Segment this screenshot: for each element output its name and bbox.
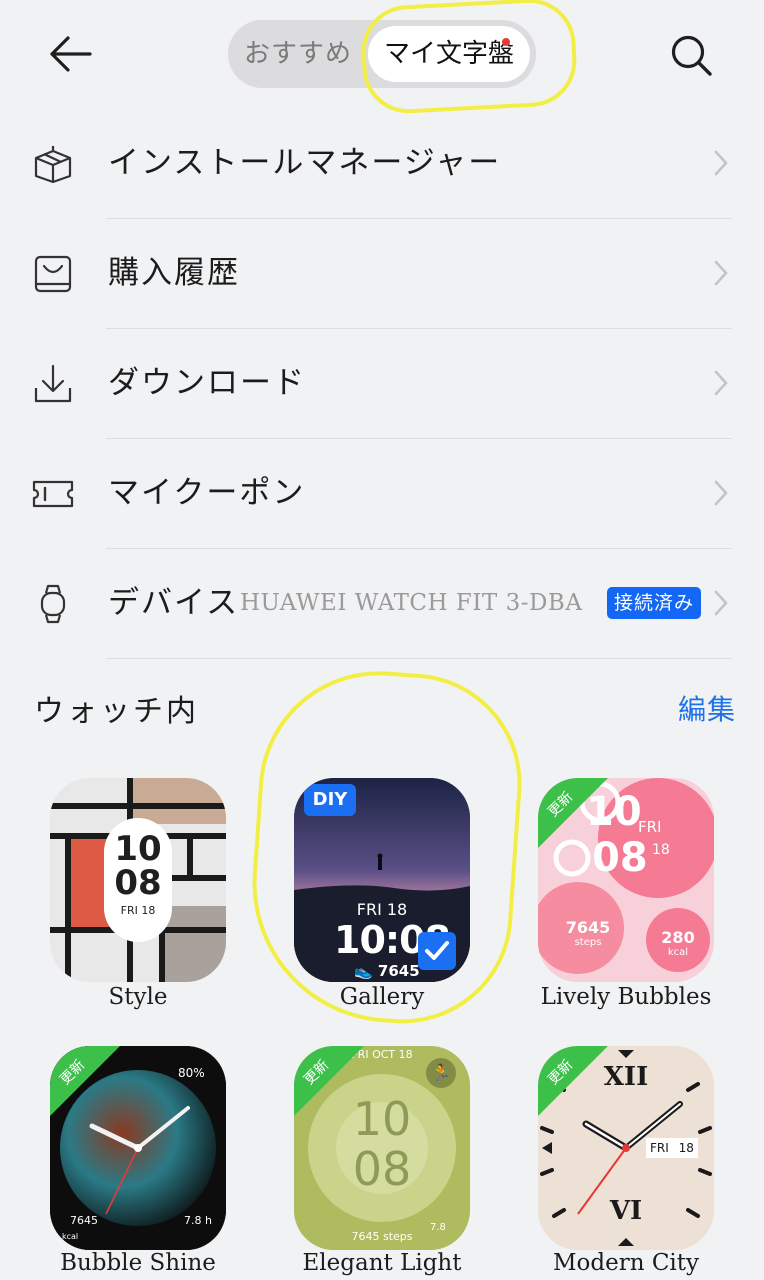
menu-item-label: デバイス [108,585,240,621]
metric-value: 7.8 [430,1222,446,1233]
watch-face-bubble-shine[interactable]: 80% 7645 7.8 h kcal 更新 [50,1046,226,1250]
time-hours: 10 [114,829,162,869]
arrow-left-icon [50,36,92,72]
purchase-history-icon [34,255,72,293]
day-number: 18 [652,842,670,858]
watch-face-modern-city[interactable]: XII VI FRI 18 更新 [538,1046,714,1250]
date-window: FRI 18 [646,1138,698,1158]
battery-label: 80% [178,1066,205,1080]
watch-face-style[interactable]: 10 08 FRI 18 [50,778,226,982]
chevron-right-icon [714,590,728,616]
kcal-unit: kcal [62,1232,79,1241]
back-button[interactable] [44,30,96,78]
tab-recommended[interactable]: おすすめ [244,20,352,88]
watch-icon [40,584,66,624]
day-number: 18 [678,1141,694,1155]
chevron-right-icon [714,150,728,176]
menu-item-my-coupons[interactable]: マイクーポン [0,438,764,548]
kcal-unit: kcal [667,947,689,958]
watch-face-name: Modern City [552,1250,700,1276]
time-minutes: 08 [352,1142,412,1196]
watch-face-name: Lively Bubbles [540,984,712,1010]
steps-value: 7645 [565,918,611,937]
edit-button[interactable]: 編集 [678,688,736,728]
watch-face-name: Bubble Shine [60,1250,216,1276]
highlight-annotation-tab [359,0,579,116]
device-model-name: HUAWEI WATCH FIT 3-DBA [240,590,583,616]
kcal-complication: 280 kcal [650,928,706,958]
watch-face-name: Elegant Light [302,1250,462,1276]
download-icon [34,364,72,403]
menu-item-purchase-history[interactable]: 購入履歴 [0,218,764,328]
day-label: FRI [638,818,662,836]
steps-value: 7645 [70,1214,98,1227]
box-icon [34,146,72,184]
watch-face-lively-bubbles[interactable]: 10 08 FRI 18 7645 steps 280 kcal 更新 [538,778,714,982]
section-title: ウォッチ内 [34,694,199,729]
chevron-right-icon [714,480,728,506]
time-capsule: 10 08 FRI 18 [104,818,172,942]
sleep-value: 7.8 h [184,1214,212,1227]
watch-face-name: Style [108,984,168,1010]
date-label: FRI 18 [120,904,156,917]
running-icon: 🏃 [426,1058,456,1088]
kcal-value: 280 [661,928,695,947]
connection-status-badge: 接続済み [607,587,701,619]
coupon-icon [32,480,74,508]
watch-face-elegant-light[interactable]: FRI OCT 18 10 08 7645 steps 7.8 🏃 更新 [294,1046,470,1250]
steps-unit: steps [574,937,602,948]
search-icon [671,35,712,76]
highlight-annotation-gallery [243,663,529,1031]
steps-complication: 7645 steps [560,918,616,948]
chevron-right-icon [714,260,728,286]
menu-item-install-manager[interactable]: インストールマネージャー [0,108,764,218]
menu-item-label: 購入履歴 [108,255,240,291]
menu-item-download[interactable]: ダウンロード [0,328,764,438]
numeral-six: VI [609,1196,643,1226]
search-button[interactable] [666,30,718,82]
day-label: FRI [650,1141,669,1155]
menu-item-label: ダウンロード [108,365,306,401]
menu-item-label: インストールマネージャー [108,145,502,181]
menu-item-device[interactable]: デバイス HUAWEI WATCH FIT 3-DBA 接続済み [0,548,764,658]
chevron-right-icon [714,370,728,396]
divider [106,658,732,659]
time-minutes: 08 [114,863,162,903]
menu-item-label: マイクーポン [108,475,306,511]
